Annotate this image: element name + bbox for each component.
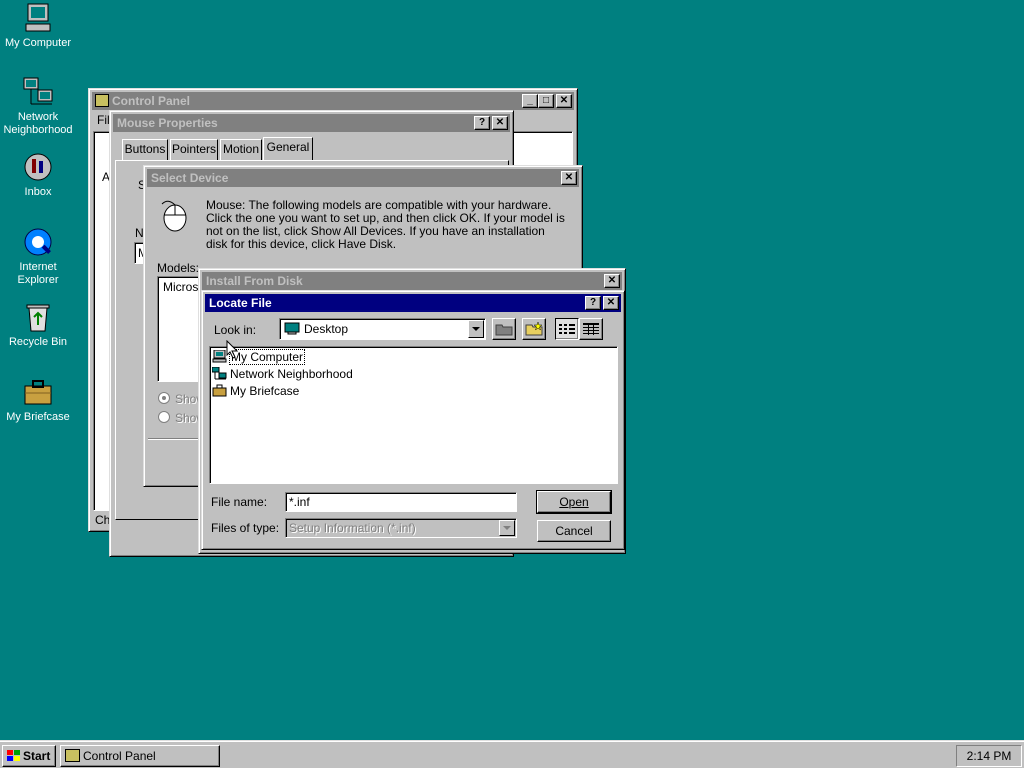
cancel-button-label: Cancel xyxy=(555,524,593,538)
control-panel-title-icon xyxy=(95,94,109,107)
install-from-disk-title: Install From Disk xyxy=(206,274,303,288)
close-button[interactable]: ✕ xyxy=(556,94,572,108)
locate-file-window: Locate File ? ✕ Look in: Desktop My Comp… xyxy=(201,290,625,550)
control-panel-menu-file[interactable]: Fil xyxy=(97,113,110,127)
install-from-disk-title-buttons: ✕ xyxy=(604,274,620,288)
control-panel-title-buttons: _ □ ✕ xyxy=(522,94,572,108)
details-view-button[interactable] xyxy=(579,318,603,340)
desktop-icon-my-computer[interactable]: My Computer xyxy=(0,2,76,50)
briefcase-icon xyxy=(212,384,227,397)
locate-file-titlebar[interactable]: Locate File ? ✕ xyxy=(205,294,621,312)
list-view-icon xyxy=(559,324,575,334)
details-view-icon xyxy=(583,323,599,335)
help-button[interactable]: ? xyxy=(474,116,490,130)
file-list[interactable]: My Computer Network Neighborhood My Brie… xyxy=(209,346,618,484)
control-panel-title: Control Panel xyxy=(112,94,191,108)
look-in-combo[interactable]: Desktop xyxy=(279,318,486,340)
control-panel-titlebar[interactable]: Control Panel _ □ ✕ xyxy=(92,92,574,110)
tab-pointers[interactable]: Pointers xyxy=(170,139,218,160)
file-item-label: My Briefcase xyxy=(230,384,300,398)
chevron-down-icon[interactable] xyxy=(499,520,515,536)
mouse-properties-title: Mouse Properties xyxy=(117,116,218,130)
tab-motion[interactable]: Motion xyxy=(220,139,262,160)
select-device-title: Select Device xyxy=(151,171,229,185)
files-of-type-value: Setup Information (*.inf) xyxy=(289,521,416,535)
up-folder-icon xyxy=(495,324,513,336)
new-folder-button[interactable] xyxy=(522,318,546,340)
desktop-icon-my-briefcase[interactable]: My Briefcase xyxy=(0,376,76,424)
mouse-cursor-icon xyxy=(226,339,239,359)
help-button[interactable]: ? xyxy=(585,296,601,310)
task-label: Control Panel xyxy=(83,749,156,763)
file-name-label: File name: xyxy=(211,495,268,509)
internet-explorer-icon xyxy=(22,226,54,258)
taskbar-control-panel-button[interactable]: Control Panel xyxy=(60,745,220,767)
open-button[interactable]: Open xyxy=(536,490,612,514)
desktop-icon-internet-explorer[interactable]: Internet Explorer xyxy=(0,226,76,287)
desktop-icon-label: My Briefcase xyxy=(6,411,70,423)
radio-dot xyxy=(162,396,166,400)
recycle-bin-icon xyxy=(22,301,54,333)
file-name-value: *.inf xyxy=(289,495,310,509)
select-device-description: Mouse: The following models are compatib… xyxy=(206,198,565,251)
select-device-title-buttons: ✕ xyxy=(561,171,577,185)
desktop-icon-inbox[interactable]: Inbox xyxy=(0,151,76,199)
files-of-type-label: Files of type: xyxy=(211,521,280,535)
models-label: Models: xyxy=(157,261,200,275)
locate-file-title-buttons: ? ✕ xyxy=(585,296,619,310)
minimize-button[interactable]: _ xyxy=(522,94,538,108)
show-all-radio[interactable] xyxy=(158,411,170,423)
desktop-icon-network-neighborhood[interactable]: Network Neighborhood xyxy=(0,76,76,137)
inbox-icon xyxy=(22,151,54,183)
file-name-input[interactable]: *.inf xyxy=(285,492,517,512)
look-in-value: Desktop xyxy=(304,322,349,336)
install-from-disk-titlebar[interactable]: Install From Disk ✕ xyxy=(202,272,622,290)
show-compatible-radio[interactable] xyxy=(158,392,170,404)
look-in-label: Look in: xyxy=(214,323,257,337)
close-button[interactable]: ✕ xyxy=(561,171,577,185)
chevron-down-icon[interactable] xyxy=(468,320,484,338)
briefcase-icon xyxy=(22,376,54,408)
desktop-icon-label: Recycle Bin xyxy=(8,336,68,348)
locate-file-title: Locate File xyxy=(209,296,272,310)
files-of-type-combo[interactable]: Setup Information (*.inf) xyxy=(285,518,517,538)
network-icon xyxy=(22,76,54,108)
taskbar: Start Control Panel 2:14 PM xyxy=(0,740,1024,768)
desktop-small-icon xyxy=(284,322,300,335)
computer-icon xyxy=(212,349,227,363)
mouse-icon xyxy=(158,200,190,232)
start-label: Start xyxy=(23,749,51,763)
maximize-button[interactable]: □ xyxy=(538,94,554,108)
tab-buttons[interactable]: Buttons xyxy=(122,139,168,160)
desktop-icon-label: My Computer xyxy=(4,37,72,49)
desktop-icon-label: Network Neighborhood xyxy=(3,111,73,136)
close-button[interactable]: ✕ xyxy=(604,274,620,288)
desktop-icon-label: Internet Explorer xyxy=(17,261,59,286)
file-item-my-briefcase[interactable]: My Briefcase xyxy=(212,383,299,399)
new-folder-icon xyxy=(525,321,543,336)
list-view-button[interactable] xyxy=(555,318,579,340)
open-button-label: Open xyxy=(559,495,589,509)
close-button[interactable]: ✕ xyxy=(603,296,619,310)
desktop-icon-label: Inbox xyxy=(24,186,52,198)
close-button[interactable]: ✕ xyxy=(492,116,508,130)
mouse-properties-title-buttons: ? ✕ xyxy=(474,116,508,130)
control-panel-icon xyxy=(65,749,80,762)
start-button[interactable]: Start xyxy=(2,745,56,767)
file-item-label: Network Neighborhood xyxy=(230,367,353,381)
network-icon xyxy=(211,366,227,380)
file-item-network-neighborhood[interactable]: Network Neighborhood xyxy=(211,366,353,382)
up-one-level-button[interactable] xyxy=(492,318,516,340)
clock-label: 2:14 PM xyxy=(966,749,1012,763)
file-item-label: My Computer xyxy=(228,349,306,365)
desktop-icon-recycle-bin[interactable]: Recycle Bin xyxy=(0,301,76,349)
tab-general[interactable]: General xyxy=(263,137,313,161)
cancel-button[interactable]: Cancel xyxy=(537,520,611,542)
select-device-titlebar[interactable]: Select Device ✕ xyxy=(147,169,579,187)
windows-logo-icon xyxy=(6,749,21,763)
system-tray-clock[interactable]: 2:14 PM xyxy=(956,745,1022,767)
mouse-properties-titlebar[interactable]: Mouse Properties ? ✕ xyxy=(113,114,510,132)
computer-icon xyxy=(22,2,54,34)
